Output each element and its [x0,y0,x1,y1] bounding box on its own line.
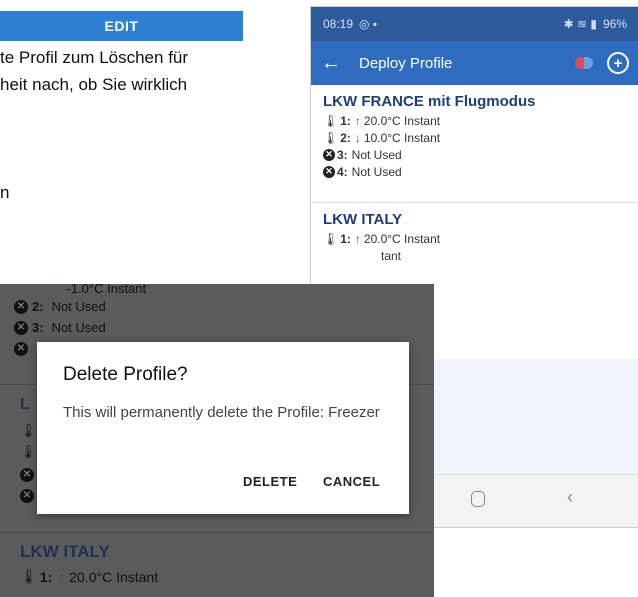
close-circle-icon: ✕ [20,467,34,482]
channel-value: -1.0°C Instant [66,284,147,296]
arrow-up-icon: ↑ [58,568,66,585]
delete-button[interactable]: DELETE [243,474,297,489]
profile-name: LKW FRANCE mit Flugmodus [323,93,536,110]
close-circle-icon: ✕ [14,299,28,314]
close-circle-icon: ✕ [14,341,28,356]
profile-name-partial: L [20,396,30,413]
close-circle-icon: ✕ [323,148,335,161]
channel-value: 20.0°C Instant [363,231,441,246]
channel-number: 2: [32,299,44,314]
channel-row: ✕ 3: Not Used [0,317,434,338]
channel-value: tant [381,248,402,263]
notification-icons: ◎ ▪ [359,17,378,31]
eraser-icon[interactable] [575,57,593,69]
add-circle-icon[interactable]: + [607,52,629,74]
thermometer-icon: 🌡 [323,113,339,128]
channel-value: Not Used [51,299,106,314]
doc-text-line-3: n [0,183,10,202]
channel-value: Not Used [51,320,106,335]
profile-card[interactable]: LKW FRANCE mit Flugmodus 🌡 1: ↑ 20.0°C In… [311,85,638,203]
close-circle-icon: ✕ [323,165,335,178]
thermometer-icon: 🌡 [20,423,37,438]
app-bar: ← Deploy Profile + [311,41,638,85]
channel-row: tant [323,247,627,264]
page-title: Deploy Profile [359,54,453,72]
back-arrow-icon[interactable]: ← [321,52,341,75]
channel-number: 1: [340,231,351,246]
home-button-icon[interactable] [471,491,485,507]
channel-row: ↑ -1.0°C Instant [0,284,434,296]
channel-row: ✕ 3: Not Used [323,146,627,163]
thermometer-icon: 🌡 [20,444,37,459]
arrow-up-icon: ↑ [54,284,61,296]
dialog-message: This will permanently delete the Profile… [63,404,380,421]
dialog-title: Delete Profile? [63,364,188,385]
cancel-button[interactable]: CANCEL [323,474,380,489]
channel-row: 🌡 1: ↑ 20.0°C Instant [323,112,627,129]
status-bar: 08:19 ◎ ▪ ✱ ≋ ▮ 96% [311,7,638,41]
signal-icons: ✱ ≋ ▮ [563,17,597,31]
channel-number: 2: [340,130,351,145]
channel-row: 🌡 1: ↑ 20.0°C Instant [323,230,627,247]
back-nav-icon[interactable]: ‹ [567,487,573,508]
close-circle-icon: ✕ [20,488,34,503]
channel-value: 20.0°C Instant [363,113,441,128]
arrow-up-icon: ↑ [354,231,361,246]
close-circle-icon: ✕ [14,320,28,335]
delete-profile-dialog: Delete Profile? This will permanently de… [37,342,409,514]
arrow-down-icon: ↓ [354,130,361,145]
arrow-up-icon: ↑ [354,113,361,128]
channel-value: Not Used [351,164,402,179]
channel-number: 1: [39,568,53,585]
channel-value: Not Used [351,147,402,162]
battery-level: 96% [602,17,627,31]
thermometer-icon: 🌡 [20,568,38,584]
channel-row: 🌡 1: ↑ 20.0°C Instant [20,568,158,585]
channel-row: ✕ 4: Not Used [323,163,627,180]
edit-button[interactable]: EDIT [0,11,243,41]
thermometer-icon: 🌡 [323,231,339,246]
channel-row: 🌡 2: ↓ 10.0°C Instant [323,129,627,146]
channel-number: 3: [337,147,348,162]
channel-number: 4: [337,164,348,179]
hidden-icons-column: 🌡 🌡 ✕ ✕ [20,420,37,504]
channel-value: 10.0°C Instant [363,130,441,145]
profile-name: LKW ITALY [323,211,403,228]
divider [0,532,434,533]
channel-value: 20.0°C Instant [69,568,159,585]
doc-text-line-2: heit nach, ob Sie wirklich [0,75,188,94]
channel-row: ✕ 2: Not Used [0,296,434,317]
profile-name: LKW ITALY [20,542,110,561]
channel-number: 1: [340,113,351,128]
phone-screenshot-delete-dialog: ↑ -1.0°C Instant ✕ 2: Not Used ✕ 3: Not … [0,284,434,597]
channel-number: 3: [32,320,44,335]
thermometer-icon: 🌡 [323,130,339,145]
doc-text-line-1: te Profil zum Löschen für [0,48,189,67]
status-time: 08:19 [323,17,354,31]
